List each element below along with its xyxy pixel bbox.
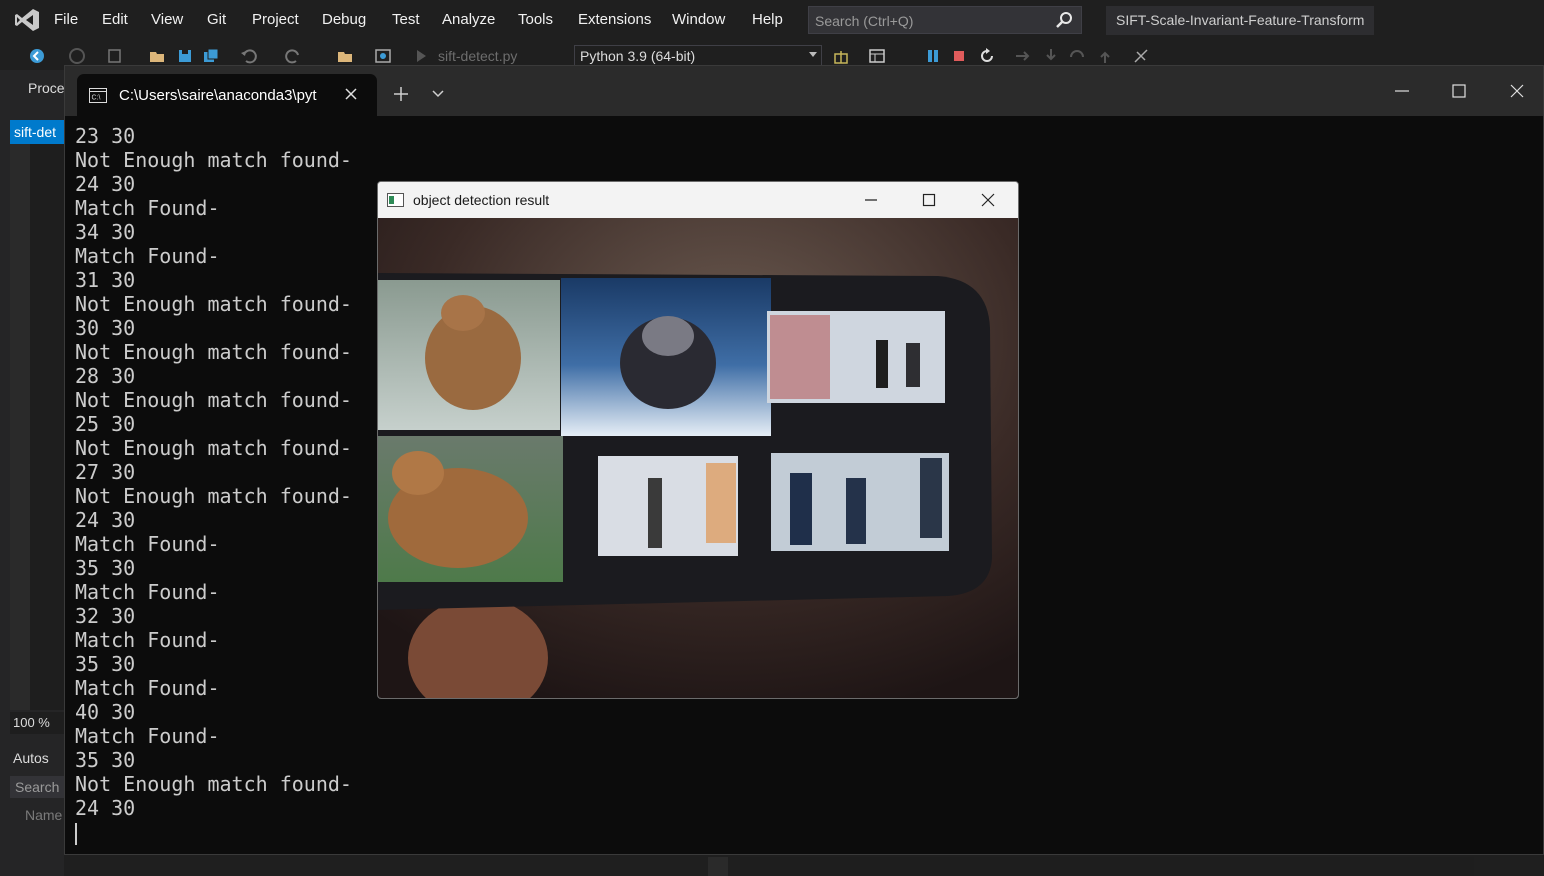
save-all-icon[interactable] [202, 47, 220, 65]
svg-text:C:\: C:\ [92, 95, 101, 102]
chevron-down-icon [809, 52, 817, 57]
editor-tab-sift-detect[interactable]: sift-det [10, 120, 64, 144]
menu-git[interactable]: Git [207, 11, 226, 28]
vs-menubar: File Edit View Git Project Debug Test An… [0, 0, 1544, 42]
app-window-icon [387, 193, 404, 207]
step-into-icon[interactable] [1042, 47, 1060, 65]
terminal-tab-title: C:\Users\saire\anaconda3\pyt [119, 87, 317, 104]
autos-search-input[interactable]: Search [10, 776, 64, 798]
navigate-forward-icon[interactable] [68, 47, 86, 65]
menu-test[interactable]: Test [392, 11, 420, 28]
scrollbar-thumb[interactable] [708, 857, 728, 876]
gift-icon[interactable] [832, 47, 850, 65]
camera-frame-image [378, 218, 1018, 698]
new-project-icon[interactable] [106, 47, 124, 65]
python-environment-dropdown[interactable]: Python 3.9 (64-bit) [574, 45, 822, 67]
redo-icon[interactable] [284, 47, 302, 65]
step-out-icon[interactable] [1096, 47, 1114, 65]
python-environment-label: Python 3.9 (64-bit) [580, 48, 696, 64]
menu-debug[interactable]: Debug [322, 11, 366, 28]
vs-left-panel: Proce sift-det 100 % Autos Search Name [0, 70, 65, 876]
maximize-icon[interactable] [1450, 82, 1468, 100]
menu-view[interactable]: View [151, 11, 183, 28]
cv-window-titlebar: object detection result [378, 182, 1018, 218]
vs-search-box[interactable]: Search (Ctrl+Q) [808, 6, 1082, 34]
search-icon [1056, 12, 1072, 28]
menu-window[interactable]: Window [672, 11, 725, 28]
solution-title: SIFT-Scale-Invariant-Feature-Transform [1106, 6, 1375, 35]
open-file-icon[interactable] [148, 47, 166, 65]
visual-studio-logo-icon[interactable] [14, 7, 40, 33]
layout-icon[interactable] [868, 47, 886, 65]
close-icon[interactable] [1508, 82, 1526, 100]
search-placeholder: Search (Ctrl+Q) [815, 13, 914, 29]
save-icon[interactable] [176, 47, 194, 65]
menu-edit[interactable]: Edit [102, 11, 128, 28]
start-icon[interactable] [412, 47, 430, 65]
menu-analyze[interactable]: Analyze [442, 11, 495, 28]
bottom-panel [740, 857, 1474, 876]
text-cursor [75, 822, 77, 845]
startup-file-label[interactable]: sift-detect.py [438, 48, 517, 64]
stop-icon[interactable] [950, 47, 968, 65]
close-icon[interactable] [980, 192, 996, 208]
navigate-back-icon[interactable] [28, 47, 46, 65]
terminal-output[interactable]: 23 30 Not Enough match found- 24 30 Matc… [75, 124, 352, 845]
terminal-titlebar: C:\ C:\Users\saire\anaconda3\pyt [65, 66, 1543, 116]
zoom-level[interactable]: 100 % [10, 712, 64, 734]
menu-tools[interactable]: Tools [518, 11, 553, 28]
hot-reload-icon[interactable] [1132, 47, 1150, 65]
menu-project[interactable]: Project [252, 11, 299, 28]
step-over-icon[interactable] [1068, 47, 1086, 65]
restart-icon[interactable] [978, 47, 996, 65]
object-detection-window: object detection result [377, 181, 1019, 699]
name-column-header: Name [25, 807, 63, 823]
console-icon: C:\ [89, 88, 107, 103]
close-tab-icon[interactable] [343, 86, 359, 102]
process-label: Proce [28, 80, 65, 96]
menu-extensions[interactable]: Extensions [578, 11, 651, 28]
undo-icon[interactable] [240, 47, 258, 65]
terminal-tab[interactable]: C:\ C:\Users\saire\anaconda3\pyt [77, 74, 377, 116]
maximize-icon[interactable] [921, 192, 937, 208]
chevron-down-icon[interactable] [431, 88, 445, 100]
minimize-icon[interactable] [1393, 82, 1411, 100]
vs-bottom-strip [64, 855, 1544, 876]
autos-tab[interactable]: Autos [13, 750, 49, 766]
editor-margin [10, 144, 30, 710]
menu-file[interactable]: File [54, 11, 78, 28]
show-next-statement-icon[interactable] [1014, 47, 1032, 65]
terminal-output-text: 23 30 Not Enough match found- 24 30 Matc… [75, 124, 352, 820]
pause-icon[interactable] [924, 47, 942, 65]
terminal-scrollbar[interactable] [1535, 116, 1543, 854]
new-tab-icon[interactable] [393, 86, 409, 102]
menu-help[interactable]: Help [752, 11, 783, 28]
folder-icon[interactable] [336, 47, 354, 65]
screenshot-icon[interactable] [374, 47, 392, 65]
cv-window-title: object detection result [413, 192, 550, 208]
minimize-icon[interactable] [863, 192, 879, 208]
